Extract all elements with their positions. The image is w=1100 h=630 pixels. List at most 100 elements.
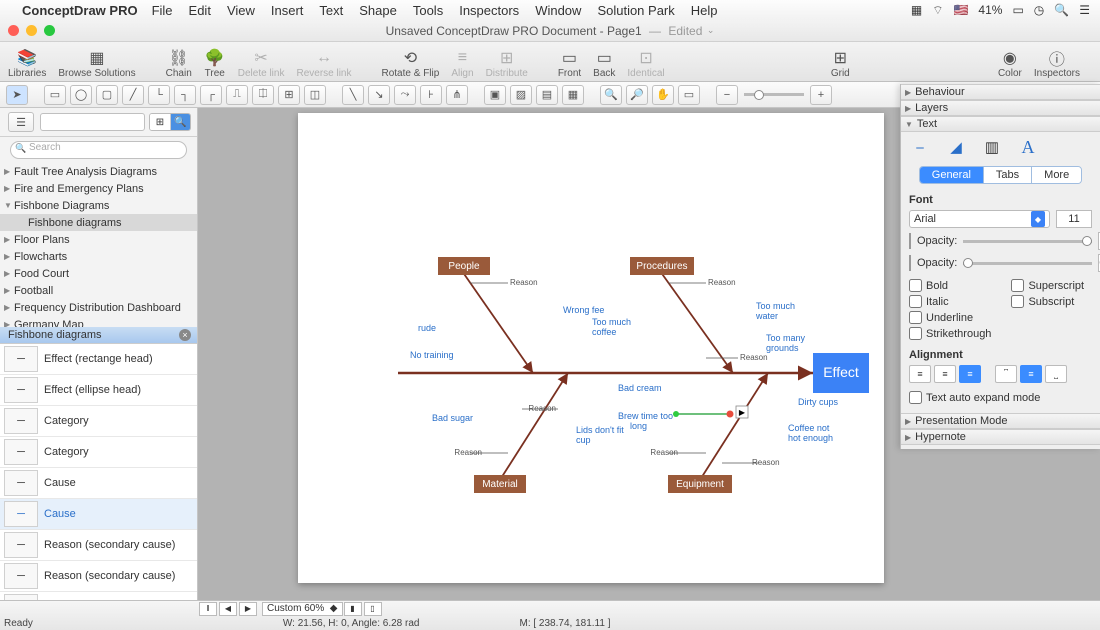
align-center-h[interactable]: ≡ <box>934 365 956 383</box>
align-bottom[interactable]: ⎵ <box>1045 365 1067 383</box>
zoom-minus[interactable]: − <box>716 85 738 105</box>
connector2-tool[interactable]: ┐ <box>174 85 196 105</box>
minimize-window-button[interactable] <box>26 25 37 36</box>
menu-window[interactable]: Window <box>535 3 581 18</box>
fill-icon[interactable]: ▥ <box>979 136 1005 158</box>
ungroup-tool[interactable]: ⊞ <box>278 85 300 105</box>
zoom-slider[interactable] <box>744 93 804 96</box>
fill-color-swatch[interactable] <box>909 233 911 249</box>
rect-tool[interactable]: ▭ <box>44 85 66 105</box>
underline-style-icon[interactable]: ⎯ <box>907 136 933 158</box>
battery-icon[interactable]: ▭ <box>1012 3 1023 17</box>
connector5-tool[interactable]: ⎅ <box>252 85 274 105</box>
grid-view-button[interactable]: ⊞ <box>150 114 170 130</box>
tree-item[interactable]: ▶Germany Map <box>0 316 197 327</box>
tree-item[interactable]: ▶Football <box>0 282 197 299</box>
section-presentation[interactable]: ▶Presentation Mode <box>901 413 1100 429</box>
menu-inspectors[interactable]: Inspectors <box>459 3 519 18</box>
title-chevron-icon[interactable]: ⌄ <box>704 25 714 36</box>
shape-item[interactable]: ─Cause <box>0 499 197 530</box>
menu-file[interactable]: File <box>152 3 173 18</box>
preview-tool[interactable]: ▭ <box>678 85 700 105</box>
tab-more[interactable]: More <box>1031 167 1081 183</box>
tree-item[interactable]: ▼Fishbone Diagrams <box>0 197 197 214</box>
tab-tabs[interactable]: Tabs <box>983 167 1031 183</box>
auto-expand-checkbox[interactable] <box>909 391 922 404</box>
stroke-color-swatch[interactable] <box>909 255 911 271</box>
shape-item[interactable]: ─Effect (ellipse head) <box>0 375 197 406</box>
text-tabs[interactable]: General Tabs More <box>919 166 1082 184</box>
rounded-rect-tool[interactable]: ▢ <box>96 85 118 105</box>
toolbar-back[interactable]: ▭Back <box>593 48 615 79</box>
highlight-icon[interactable]: ◢ <box>943 136 969 158</box>
menu-help[interactable]: Help <box>691 3 718 18</box>
toolbar-inspectors[interactable]: ⓘInspectors <box>1034 48 1080 79</box>
library-toggle[interactable]: ☰ <box>8 112 34 132</box>
shape-item[interactable]: ─Category <box>0 406 197 437</box>
align-right[interactable]: ≡ <box>959 365 981 383</box>
pan-tool[interactable]: ✋ <box>652 85 674 105</box>
toolbar-front[interactable]: ▭Front <box>558 48 581 79</box>
toolbar-libraries[interactable]: 📚Libraries <box>8 48 46 79</box>
shape-item[interactable]: ─Reason (secondary cause) <box>0 530 197 561</box>
shape-item[interactable]: ─Reason (secondary cause) <box>0 561 197 592</box>
toolbar-grid[interactable]: ⊞Grid <box>829 48 851 79</box>
toolbar-color[interactable]: ◉Color <box>998 48 1022 79</box>
shape-item[interactable]: ─Cause <box>0 468 197 499</box>
search-view-button[interactable]: 🔍 <box>170 114 190 130</box>
filter-input[interactable] <box>40 113 145 131</box>
zoom-plus[interactable]: + <box>810 85 832 105</box>
bold-checkbox[interactable] <box>909 279 922 292</box>
view-mode-toggle[interactable]: ⊞ 🔍 <box>149 113 191 131</box>
toolbar-distribute[interactable]: ⊞Distribute <box>486 48 528 79</box>
zoom-window-button[interactable] <box>44 25 55 36</box>
shape-item[interactable]: ─Reason (secondary cause) <box>0 592 197 600</box>
toolbar-delete-link[interactable]: ✂Delete link <box>238 48 285 79</box>
shape-group-header[interactable]: Fishbone diagrams × <box>0 327 197 343</box>
draw4-tool[interactable]: ⊦ <box>420 85 442 105</box>
page-tab2[interactable]: ▯ <box>364 602 382 616</box>
menu-icon[interactable]: ☰ <box>1079 3 1090 17</box>
drawing-page[interactable]: Effect People Procedures Material Equipm… <box>298 113 884 583</box>
draw5-tool[interactable]: ⋔ <box>446 85 468 105</box>
align-left[interactable]: ≡ <box>909 365 931 383</box>
font-icon[interactable]: A <box>1015 136 1041 158</box>
section-layers[interactable]: ▶Layers <box>901 100 1100 116</box>
scroll-split[interactable]: ‖ <box>199 602 217 616</box>
draw1-tool[interactable]: ╲ <box>342 85 364 105</box>
zoom-out-tool[interactable]: 🔎 <box>626 85 648 105</box>
font-select[interactable]: Arial◆ <box>909 210 1050 228</box>
toolbar-chain[interactable]: ⛓Chain <box>166 48 192 79</box>
wifi-icon[interactable]: ⌔ <box>932 3 943 18</box>
toolbar-browse-solutions[interactable]: ▦Browse Solutions <box>58 48 135 79</box>
pointer-tool[interactable]: ➤ <box>6 85 28 105</box>
menu-solution-park[interactable]: Solution Park <box>597 3 674 18</box>
stroke-opacity-slider[interactable] <box>963 262 1092 265</box>
tree-item[interactable]: ▶Food Court <box>0 265 197 282</box>
sub-checkbox[interactable] <box>1011 295 1024 308</box>
font-size-input[interactable]: 11 <box>1056 210 1092 228</box>
clock-icon[interactable]: ◷ <box>1034 3 1044 17</box>
tree-item[interactable]: ▶Floor Plans <box>0 231 197 248</box>
tree-item[interactable]: ▶Frequency Distribution Dashboard <box>0 299 197 316</box>
section-behaviour[interactable]: ▶Behaviour <box>901 84 1100 100</box>
menu-tools[interactable]: Tools <box>413 3 443 18</box>
draw3-tool[interactable]: ⤳ <box>394 85 416 105</box>
tree-child[interactable]: Fishbone diagrams <box>0 214 197 231</box>
group1-tool[interactable]: ▣ <box>484 85 506 105</box>
italic-checkbox[interactable] <box>909 295 922 308</box>
connector1-tool[interactable]: └ <box>148 85 170 105</box>
group3-tool[interactable]: ▤ <box>536 85 558 105</box>
section-hypernote[interactable]: ▶Hypernote <box>901 429 1100 445</box>
draw2-tool[interactable]: ↘ <box>368 85 390 105</box>
spotlight-icon[interactable]: 🔍 <box>1054 3 1069 17</box>
toolbar-reverse-link[interactable]: ↔Reverse link <box>296 48 351 79</box>
tree-item[interactable]: ▶Fault Tree Analysis Diagrams <box>0 163 197 180</box>
group4-tool[interactable]: ▦ <box>562 85 584 105</box>
line-tool[interactable]: ╱ <box>122 85 144 105</box>
tab-general[interactable]: General <box>920 167 983 183</box>
shape-item[interactable]: ─Effect (rectange head) <box>0 344 197 375</box>
group2-tool[interactable]: ▨ <box>510 85 532 105</box>
ellipse-tool[interactable]: ◯ <box>70 85 92 105</box>
toolbar-tree[interactable]: 🌳Tree <box>204 48 226 79</box>
